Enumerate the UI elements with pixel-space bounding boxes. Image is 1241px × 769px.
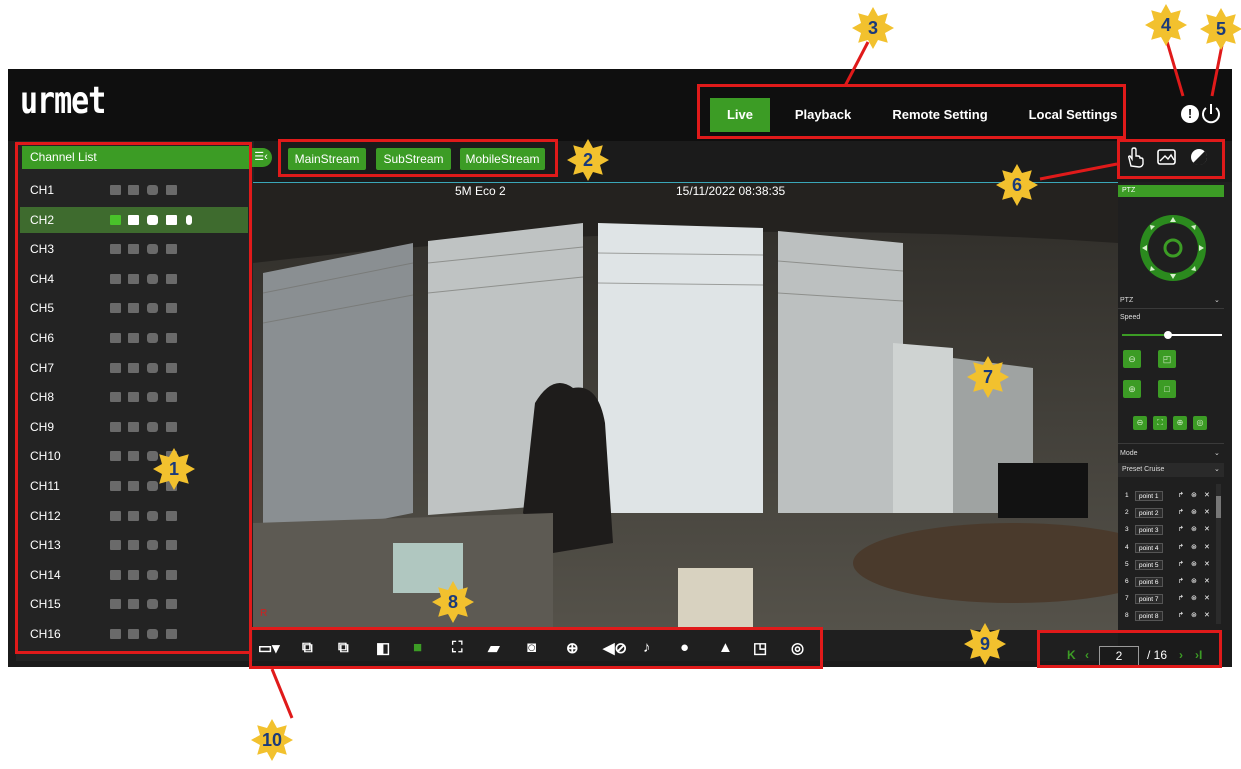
callout-5: 5 <box>1199 7 1241 51</box>
callout-number: 8 <box>447 592 458 612</box>
callout-1: 1 <box>152 447 196 491</box>
annotated-screenshot: urmet Live Playback Remote Setting Local… <box>0 0 1241 769</box>
callout-9: 9 <box>963 622 1007 666</box>
callout-7: 7 <box>966 355 1010 399</box>
callout-number: 1 <box>168 459 179 479</box>
callout-number: 10 <box>261 730 283 750</box>
callout-3: 3 <box>851 6 895 50</box>
callout-6: 6 <box>995 163 1039 207</box>
callout-number: 2 <box>582 150 593 170</box>
callout-10: 10 <box>250 718 294 762</box>
callout-8: 8 <box>431 580 475 624</box>
callout-number: 7 <box>982 367 993 387</box>
annotation-leader-lines <box>270 37 1225 719</box>
callout-number: 9 <box>979 634 990 654</box>
callout-4: 4 <box>1144 3 1188 47</box>
callout-number: 4 <box>1160 15 1171 35</box>
callout-number: 3 <box>867 18 878 38</box>
callout-number: 5 <box>1215 19 1226 39</box>
callout-number: 6 <box>1011 175 1022 195</box>
callout-2: 2 <box>566 138 610 182</box>
